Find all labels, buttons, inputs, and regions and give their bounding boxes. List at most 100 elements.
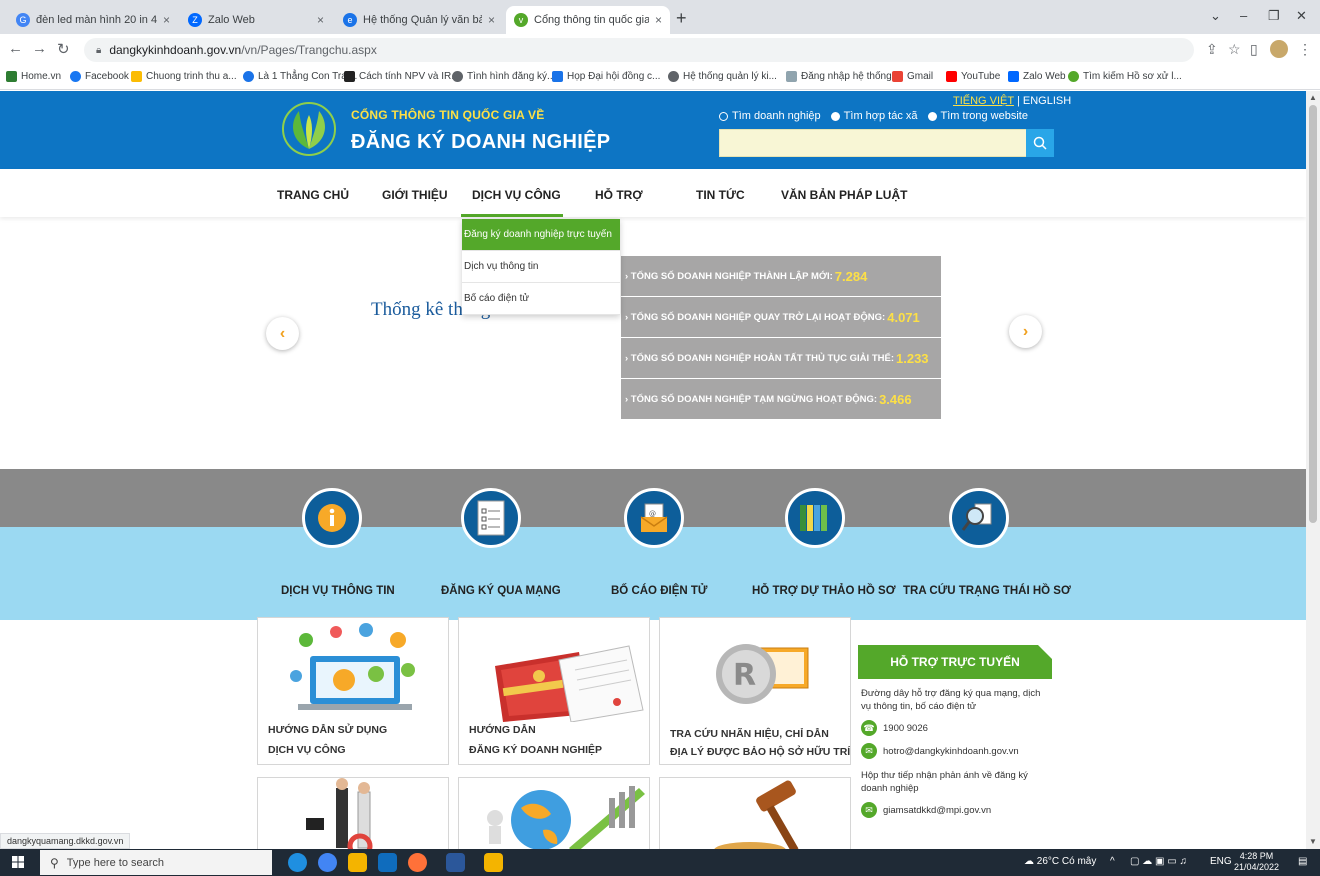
nav-about[interactable]: GIỚI THIỆU xyxy=(382,188,448,202)
card-trademark-lookup[interactable]: R TRA CỨU NHÃN HIỆU, CHỈ DẪN ĐỊA LÝ ĐƯỢC… xyxy=(659,617,851,765)
bookmark-item[interactable]: Chuong trinh thu a... xyxy=(131,71,237,82)
nav-legal-documents[interactable]: VĂN BẢN PHÁP LUẬT xyxy=(781,188,907,202)
bookmark-item[interactable]: Họp Đại hội đồng c... xyxy=(552,71,660,82)
stat-row[interactable]: › TỔNG SỐ DOANH NGHIỆP TẠM NGỪNG HOẠT ĐỘ… xyxy=(621,379,941,420)
word-icon[interactable] xyxy=(446,853,465,872)
nav-support[interactable]: HỖ TRỢ xyxy=(595,188,643,202)
card-guide-public-services[interactable]: HƯỚNG DẪN SỬ DỤNG DỊCH VỤ CÔNG xyxy=(257,617,449,765)
binders-icon[interactable] xyxy=(785,488,845,548)
browser-tab-3[interactable]: e Hệ thống Quản lý văn bản và Điề × xyxy=(335,6,503,34)
file-explorer-icon[interactable] xyxy=(348,853,367,872)
forward-icon[interactable]: → xyxy=(32,40,47,57)
service-label[interactable]: DỊCH VỤ THÔNG TIN xyxy=(281,585,395,597)
bookmark-item[interactable]: Tìm kiếm Hồ sơ xử l... xyxy=(1068,71,1182,82)
slider-next-button[interactable]: › xyxy=(1009,315,1042,348)
card-global-growth[interactable] xyxy=(458,777,650,849)
bookmark-item[interactable]: Gmail xyxy=(892,71,933,82)
scroll-up-icon[interactable]: ▲ xyxy=(1309,93,1317,102)
restore-icon[interactable]: ❐ xyxy=(1268,8,1280,24)
browser-tab-2[interactable]: Z Zalo Web × xyxy=(180,6,332,34)
stat-row[interactable]: › TỔNG SỐ DOANH NGHIỆP THÀNH LẬP MỚI: 7.2… xyxy=(621,256,941,297)
reload-icon[interactable]: ↻ xyxy=(57,40,70,58)
card-business-people[interactable] xyxy=(257,777,449,849)
windows-start-icon[interactable] xyxy=(12,856,24,868)
app-icon[interactable] xyxy=(484,853,503,872)
minimize-icon[interactable]: – xyxy=(1240,8,1247,23)
input-language[interactable]: ENG xyxy=(1210,856,1232,867)
support-phone[interactable]: ☎ 1900 9026 xyxy=(858,720,1052,736)
dropdown-item-online-registration[interactable]: Đăng ký doanh nghiệp trực tuyến xyxy=(462,219,620,251)
nav-public-services[interactable]: DỊCH VỤ CÔNG xyxy=(472,188,561,202)
radio-search-enterprise[interactable]: Tìm doanh nghiệp xyxy=(719,110,821,122)
info-icon[interactable] xyxy=(302,488,362,548)
dropdown-item-e-announcement[interactable]: Bố cáo điện tử xyxy=(462,283,620,315)
profile-avatar[interactable] xyxy=(1270,40,1288,58)
new-tab-icon[interactable]: + xyxy=(676,8,687,29)
bookmark-item[interactable]: Facebook xyxy=(70,71,129,82)
service-label[interactable]: ĐĂNG KÝ QUA MẠNG xyxy=(441,585,561,597)
site-title[interactable]: ĐĂNG KÝ DOANH NGHIỆP xyxy=(351,131,610,154)
browser-tab-1[interactable]: G đèn led màn hình 20 in 450mm - × xyxy=(8,6,178,34)
bookmark-item[interactable]: Đăng nhập hệ thống xyxy=(786,71,892,82)
close-window-icon[interactable]: ✕ xyxy=(1296,8,1307,24)
edge-icon[interactable] xyxy=(288,853,307,872)
support-email[interactable]: ✉ hotro@dangkykinhdoanh.gov.vn xyxy=(858,743,1052,759)
close-tab-icon[interactable]: × xyxy=(163,13,170,27)
card-legal[interactable] xyxy=(659,777,851,849)
lang-vietnamese-link[interactable]: TIẾNG VIỆT xyxy=(953,95,1014,107)
nav-news[interactable]: TIN TỨC xyxy=(696,188,745,202)
tray-expand-icon[interactable]: ^ xyxy=(1110,856,1115,867)
side-panel-icon[interactable]: ▯ xyxy=(1250,41,1258,58)
search-input[interactable] xyxy=(719,129,1027,157)
registered-trademark-icon: R xyxy=(716,644,809,704)
feedback-email[interactable]: ✉ giamsatdkkd@mpi.gov.vn xyxy=(858,802,1052,818)
scroll-thumb[interactable] xyxy=(1309,105,1317,523)
weather-widget[interactable]: ☁ 26°C Có mây xyxy=(1024,856,1096,867)
page-scrollbar[interactable]: ▲ ▼ xyxy=(1306,91,1320,849)
share-icon[interactable]: ⇪ xyxy=(1206,41,1218,58)
scroll-down-icon[interactable]: ▼ xyxy=(1309,837,1317,846)
mail-app-icon[interactable] xyxy=(378,853,397,872)
notifications-icon[interactable]: ▤ xyxy=(1298,856,1307,867)
bookmark-item[interactable]: YouTube xyxy=(946,71,1000,82)
dropdown-item-information-service[interactable]: Dịch vụ thông tin xyxy=(462,251,620,283)
service-label[interactable]: BỐ CÁO ĐIỆN TỬ xyxy=(611,585,707,597)
card-guide-business-registration[interactable]: HƯỚNG DẪN ĐĂNG KÝ DOANH NGHIỆP xyxy=(458,617,650,765)
service-label[interactable]: TRA CỨU TRẠNG THÁI HỒ SƠ xyxy=(903,585,1071,597)
browser-tab-active[interactable]: v Cổng thông tin quốc gia về đăng × xyxy=(506,6,670,34)
chrome-icon[interactable] xyxy=(318,853,337,872)
lock-icon[interactable]: 🔒︎ xyxy=(96,45,101,56)
firefox-icon[interactable] xyxy=(408,853,427,872)
slider-prev-button[interactable]: ‹ xyxy=(266,317,299,350)
bookmark-item[interactable]: Là 1 Thẳng Con Trai... xyxy=(243,71,357,82)
form-icon[interactable] xyxy=(461,488,521,548)
back-icon[interactable]: ← xyxy=(8,40,23,57)
close-tab-icon[interactable]: × xyxy=(655,13,662,27)
close-tab-icon[interactable]: × xyxy=(317,13,324,27)
stat-row[interactable]: › TỔNG SỐ DOANH NGHIỆP HOÀN TẤT THỦ TỤC … xyxy=(621,338,941,379)
magnifier-icon[interactable] xyxy=(949,488,1009,548)
menu-kebab-icon[interactable]: ⋮ xyxy=(1298,41,1312,58)
site-logo-icon[interactable] xyxy=(281,101,337,157)
radio-search-cooperative[interactable]: Tìm hợp tác xã xyxy=(830,110,918,122)
tray-icons[interactable]: ▢ ☁ ▣ ▭ ♫ xyxy=(1130,856,1187,867)
bookmark-item[interactable]: Home.vn xyxy=(6,71,61,82)
search-button[interactable] xyxy=(1026,129,1054,157)
bookmark-item[interactable]: Cách tính NPV và IR... xyxy=(344,71,460,82)
bookmark-item[interactable]: Tình hình đăng ký... xyxy=(452,71,555,82)
bookmark-item[interactable]: Zalo Web xyxy=(1008,71,1066,82)
bookmark-star-icon[interactable]: ☆ xyxy=(1228,41,1241,58)
nav-home[interactable]: TRANG CHỦ xyxy=(277,188,349,202)
service-label[interactable]: HỖ TRỢ DỰ THẢO HỒ SƠ xyxy=(752,585,896,597)
document-icon[interactable]: @ xyxy=(624,488,684,548)
system-clock[interactable]: 4:28 PM 21/04/2022 xyxy=(1234,851,1279,873)
radio-search-website[interactable]: Tìm trong website xyxy=(927,110,1028,122)
url-host: dangkykinhdoanh.gov.vn xyxy=(109,43,242,57)
lang-english-link[interactable]: ENGLISH xyxy=(1023,95,1071,107)
stat-row[interactable]: › TỔNG SỐ DOANH NGHIỆP QUAY TRỞ LẠI HOẠT… xyxy=(621,297,941,338)
tab-search-icon[interactable]: ⌄ xyxy=(1210,8,1221,24)
close-tab-icon[interactable]: × xyxy=(488,13,495,27)
taskbar-search-input[interactable]: ⚲ Type here to search xyxy=(40,850,272,875)
address-bar[interactable]: 🔒︎ dangkykinhdoanh.gov.vn/vn/Pages/Trang… xyxy=(84,38,1194,62)
bookmark-item[interactable]: Hệ thống quản lý ki... xyxy=(668,71,777,82)
